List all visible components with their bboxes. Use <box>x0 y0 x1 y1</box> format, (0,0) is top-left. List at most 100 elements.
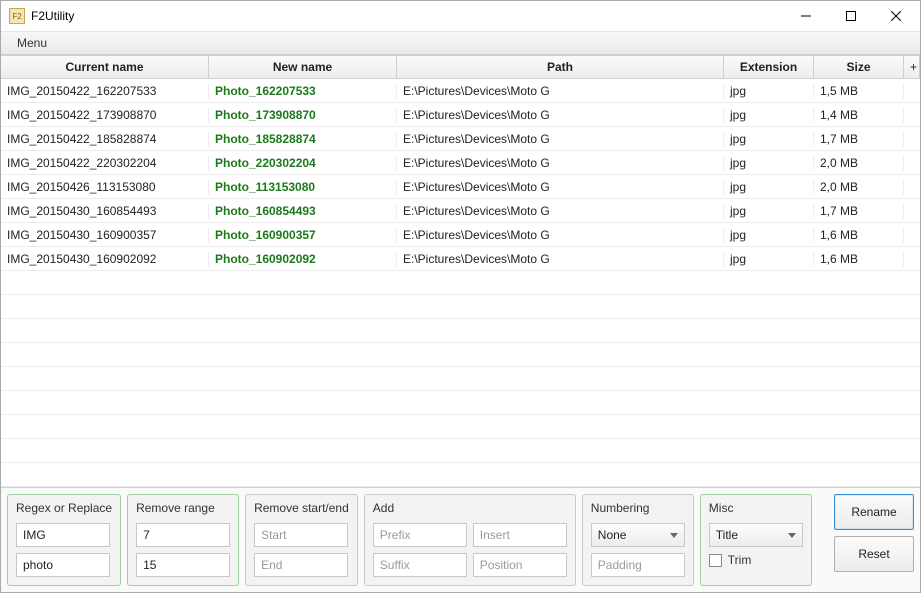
close-button[interactable] <box>873 2 918 30</box>
col-new-name[interactable]: New name <box>209 56 397 78</box>
cell-size: 1,7 MB <box>814 132 904 146</box>
chevron-down-icon <box>788 533 796 538</box>
cell-path: E:\Pictures\Devices\Moto G <box>397 180 724 194</box>
table-row[interactable] <box>1 295 920 319</box>
titlebar: F2 F2Utility <box>1 1 920 31</box>
panel-title: Regex or Replace <box>16 501 112 515</box>
numbering-mode-select[interactable]: None <box>591 523 685 547</box>
cell-current-name: IMG_20150422_220302204 <box>1 156 209 170</box>
menu-item-menu[interactable]: Menu <box>7 33 57 53</box>
cell-extension: jpg <box>724 156 814 170</box>
checkbox-icon <box>709 554 722 567</box>
cell-current-name: IMG_20150426_113153080 <box>1 180 209 194</box>
cell-size: 1,4 MB <box>814 108 904 122</box>
table-row[interactable]: IMG_20150430_160900357Photo_160900357E:\… <box>1 223 920 247</box>
table-row[interactable] <box>1 319 920 343</box>
table-row[interactable]: IMG_20150430_160854493Photo_160854493E:\… <box>1 199 920 223</box>
range-from-input[interactable] <box>136 523 230 547</box>
bottom-toolbar: Regex or Replace Remove range Remove sta… <box>1 487 920 592</box>
window-title: F2Utility <box>31 9 783 23</box>
table-row[interactable] <box>1 367 920 391</box>
select-value: None <box>598 528 627 542</box>
select-value: Title <box>716 528 738 542</box>
cell-extension: jpg <box>724 252 814 266</box>
col-path[interactable]: Path <box>397 56 724 78</box>
cell-current-name: IMG_20150422_173908870 <box>1 108 209 122</box>
cell-size: 2,0 MB <box>814 180 904 194</box>
cell-extension: jpg <box>724 108 814 122</box>
col-add[interactable]: + <box>904 56 920 78</box>
cell-extension: jpg <box>724 204 814 218</box>
regex-find-input[interactable] <box>16 523 110 547</box>
cell-new-name: Photo_162207533 <box>209 84 397 98</box>
cell-path: E:\Pictures\Devices\Moto G <box>397 156 724 170</box>
remove-start-input[interactable] <box>254 523 348 547</box>
panel-remove-range: Remove range <box>127 494 239 586</box>
panel-title: Add <box>373 501 567 515</box>
col-size[interactable]: Size <box>814 56 904 78</box>
misc-case-select[interactable]: Title <box>709 523 803 547</box>
col-extension[interactable]: Extension <box>724 56 814 78</box>
numbering-padding-input[interactable] <box>591 553 685 577</box>
add-insert-input[interactable] <box>473 523 567 547</box>
table-row[interactable]: IMG_20150422_162207533Photo_162207533E:\… <box>1 79 920 103</box>
cell-path: E:\Pictures\Devices\Moto G <box>397 252 724 266</box>
cell-size: 1,6 MB <box>814 252 904 266</box>
panel-add: Add <box>364 494 576 586</box>
table-row[interactable] <box>1 271 920 295</box>
checkbox-label: Trim <box>728 553 752 567</box>
add-prefix-input[interactable] <box>373 523 467 547</box>
cell-new-name: Photo_160902092 <box>209 252 397 266</box>
cell-new-name: Photo_160900357 <box>209 228 397 242</box>
cell-size: 1,6 MB <box>814 228 904 242</box>
cell-path: E:\Pictures\Devices\Moto G <box>397 108 724 122</box>
table-row[interactable] <box>1 439 920 463</box>
table-row[interactable]: IMG_20150426_113153080Photo_113153080E:\… <box>1 175 920 199</box>
cell-size: 1,5 MB <box>814 84 904 98</box>
panel-numbering: Numbering None <box>582 494 694 586</box>
col-current-name[interactable]: Current name <box>1 56 209 78</box>
cell-current-name: IMG_20150422_185828874 <box>1 132 209 146</box>
cell-current-name: IMG_20150422_162207533 <box>1 84 209 98</box>
table-body[interactable]: IMG_20150422_162207533Photo_162207533E:\… <box>1 79 920 487</box>
cell-path: E:\Pictures\Devices\Moto G <box>397 204 724 218</box>
table-row[interactable]: IMG_20150430_160902092Photo_160902092E:\… <box>1 247 920 271</box>
panel-remove-startend: Remove start/end <box>245 494 358 586</box>
cell-new-name: Photo_160854493 <box>209 204 397 218</box>
range-to-input[interactable] <box>136 553 230 577</box>
add-position-input[interactable] <box>473 553 567 577</box>
table-row[interactable] <box>1 343 920 367</box>
cell-size: 1,7 MB <box>814 204 904 218</box>
cell-size: 2,0 MB <box>814 156 904 170</box>
misc-trim-checkbox[interactable]: Trim <box>709 553 803 567</box>
panel-misc: Misc Title Trim <box>700 494 812 586</box>
panel-title: Misc <box>709 501 803 515</box>
action-buttons: Rename Reset <box>834 494 914 586</box>
maximize-button[interactable] <box>828 2 873 30</box>
cell-new-name: Photo_185828874 <box>209 132 397 146</box>
remove-end-input[interactable] <box>254 553 348 577</box>
panel-title: Remove start/end <box>254 501 349 515</box>
panel-title: Remove range <box>136 501 230 515</box>
cell-current-name: IMG_20150430_160854493 <box>1 204 209 218</box>
minimize-button[interactable] <box>783 2 828 30</box>
rename-button[interactable]: Rename <box>834 494 914 530</box>
table-row[interactable] <box>1 391 920 415</box>
cell-new-name: Photo_113153080 <box>209 180 397 194</box>
table-row[interactable] <box>1 415 920 439</box>
table-row[interactable]: IMG_20150422_173908870Photo_173908870E:\… <box>1 103 920 127</box>
app-icon: F2 <box>9 8 25 24</box>
table-header: Current name New name Path Extension Siz… <box>1 56 920 79</box>
cell-current-name: IMG_20150430_160900357 <box>1 228 209 242</box>
table-row[interactable]: IMG_20150422_220302204Photo_220302204E:\… <box>1 151 920 175</box>
panel-regex: Regex or Replace <box>7 494 121 586</box>
cell-path: E:\Pictures\Devices\Moto G <box>397 228 724 242</box>
chevron-down-icon <box>670 533 678 538</box>
add-suffix-input[interactable] <box>373 553 467 577</box>
file-table: Current name New name Path Extension Siz… <box>1 55 920 487</box>
reset-button[interactable]: Reset <box>834 536 914 572</box>
table-row[interactable] <box>1 463 920 487</box>
table-row[interactable]: IMG_20150422_185828874Photo_185828874E:\… <box>1 127 920 151</box>
cell-new-name: Photo_173908870 <box>209 108 397 122</box>
regex-replace-input[interactable] <box>16 553 110 577</box>
